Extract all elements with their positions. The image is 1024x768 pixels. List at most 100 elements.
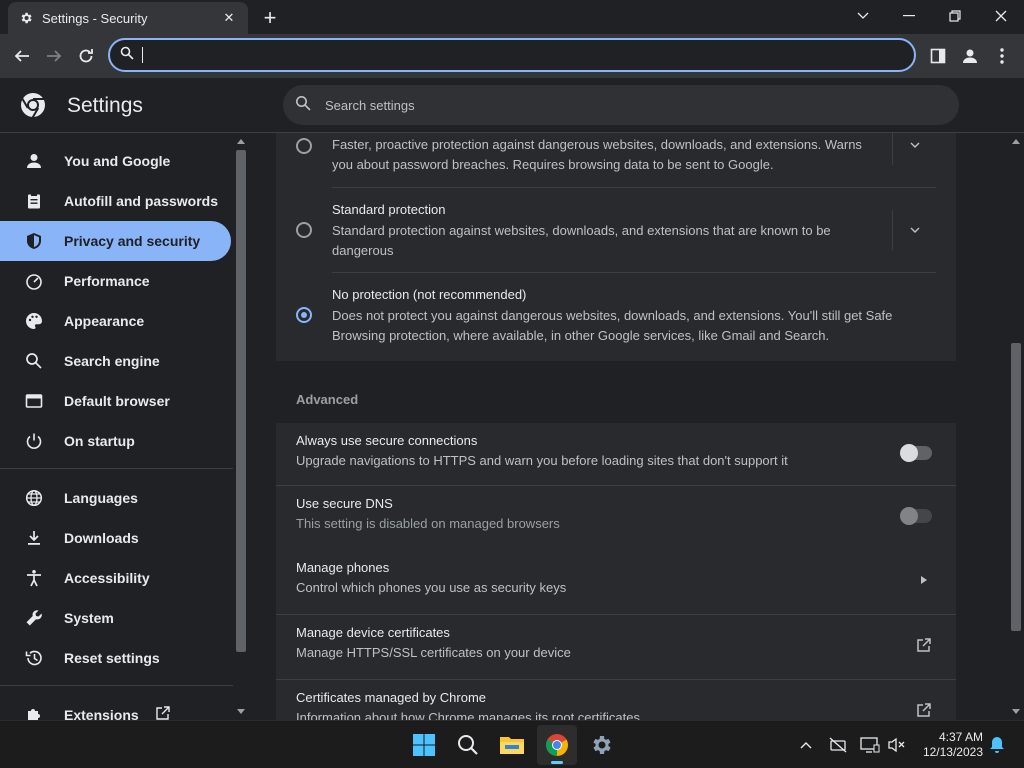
expand-button[interactable] <box>892 210 936 250</box>
sidebar-item-default-browser[interactable]: Default browser <box>0 381 231 421</box>
option-title: No protection (not recommended) <box>332 287 527 302</box>
minimize-icon[interactable] <box>886 0 932 32</box>
setting-row-secure-dns[interactable]: Use secure DNS This setting is disabled … <box>276 486 956 550</box>
setting-row-chrome-certificates[interactable]: Certificates managed by Chrome Informati… <box>276 680 956 720</box>
clock-date: 12/13/2023 <box>922 745 983 759</box>
radio-button[interactable] <box>296 222 312 238</box>
settings-main: Faster, proactive protection against dan… <box>249 133 1008 720</box>
sidebar-item-label: On startup <box>64 433 135 449</box>
system-clock[interactable]: 4:37 AM 12/13/2023 <box>917 730 983 760</box>
mute-icon[interactable] <box>884 733 908 757</box>
wrench-icon <box>24 608 44 628</box>
sidebar-item-you-and-google[interactable]: You and Google <box>0 141 231 181</box>
search-icon[interactable] <box>448 725 488 765</box>
row-title: Certificates managed by Chrome <box>296 690 487 705</box>
sidebar-item-label: Accessibility <box>64 570 150 586</box>
windows-taskbar: 4:37 AM 12/13/2023 <box>0 720 1024 768</box>
row-description: Control which phones you use as security… <box>296 580 567 595</box>
option-description: you about password breaches. Requires br… <box>332 157 774 172</box>
sidebar-item-label: Performance <box>64 273 150 289</box>
title-bar: Settings - Security ✕ + <box>0 0 1024 34</box>
address-bar[interactable] <box>108 38 916 72</box>
notification-bell-icon[interactable] <box>985 733 1009 757</box>
forward-icon[interactable] <box>40 42 68 70</box>
address-input[interactable] <box>151 47 914 63</box>
side-panel-icon[interactable] <box>924 42 952 70</box>
search-input[interactable] <box>325 97 959 113</box>
external-link-icon[interactable] <box>912 698 936 720</box>
settings-header: Settings <box>0 78 1024 133</box>
speedometer-icon <box>24 271 44 291</box>
profile-icon[interactable] <box>956 42 984 70</box>
radio-option-standard[interactable]: Standard protection Standard protection … <box>296 200 936 264</box>
sidebar-item-on-startup[interactable]: On startup <box>0 421 231 461</box>
close-tab-icon[interactable]: ✕ <box>220 9 238 27</box>
sidebar-item-reset-settings[interactable]: Reset settings <box>0 638 231 678</box>
close-icon[interactable] <box>978 0 1024 32</box>
settings-search[interactable] <box>283 85 959 125</box>
sidebar-item-label: Autofill and passwords <box>64 193 219 209</box>
row-description: Upgrade navigations to HTTPS and warn yo… <box>296 453 788 468</box>
sidebar-item-label: You and Google <box>64 153 171 169</box>
sidebar-item-label: Default browser <box>64 393 170 409</box>
network-off-icon[interactable] <box>826 733 850 757</box>
option-description: Faster, proactive protection against dan… <box>332 137 862 152</box>
sidebar-item-languages[interactable]: Languages <box>0 478 231 518</box>
sidebar-item-accessibility[interactable]: Accessibility <box>0 558 231 598</box>
sidebar-item-performance[interactable]: Performance <box>0 261 231 301</box>
sidebar-item-privacy[interactable]: Privacy and security <box>0 221 231 261</box>
shield-icon <box>24 231 44 251</box>
setting-row-secure-connections[interactable]: Always use secure connections Upgrade na… <box>276 423 956 486</box>
external-link-icon[interactable] <box>912 633 936 657</box>
new-tab-button[interactable]: + <box>258 5 282 30</box>
tab-settings-security[interactable]: Settings - Security ✕ <box>8 2 248 34</box>
sidebar-item-autofill[interactable]: Autofill and passwords <box>0 181 231 221</box>
sidebar-item-label: System <box>64 610 114 626</box>
row-description: Manage HTTPS/SSL certificates on your de… <box>296 645 571 660</box>
download-icon <box>24 528 44 548</box>
sidebar-item-search-engine[interactable]: Search engine <box>0 341 231 381</box>
person-icon <box>24 151 44 171</box>
safe-browsing-card: Faster, proactive protection against dan… <box>276 133 956 361</box>
puzzle-icon <box>24 705 44 720</box>
settings-icon[interactable] <box>581 725 621 765</box>
file-explorer-icon[interactable] <box>492 725 532 765</box>
sidebar-item-system[interactable]: System <box>0 598 231 638</box>
row-title: Manage phones <box>296 560 390 575</box>
secure-connections-toggle[interactable] <box>900 444 932 462</box>
chevron-right-icon[interactable] <box>912 568 936 592</box>
display-icon[interactable] <box>858 733 882 757</box>
chrome-logo-icon <box>20 92 46 119</box>
power-icon <box>24 431 44 451</box>
more-icon[interactable] <box>988 42 1016 70</box>
restore-icon[interactable] <box>932 0 978 32</box>
reload-icon[interactable] <box>72 42 100 70</box>
browser-toolbar <box>0 34 1024 78</box>
row-description: This setting is disabled on managed brow… <box>296 516 560 531</box>
back-icon[interactable] <box>8 42 36 70</box>
radio-button-selected[interactable] <box>296 307 312 323</box>
page-title: Settings <box>67 94 143 117</box>
main-scrollbar-thumb[interactable] <box>1011 343 1021 631</box>
settings-sidebar: You and Google Autofill and passwords Pr… <box>0 133 233 720</box>
sidebar-divider <box>0 685 233 686</box>
chrome-icon[interactable] <box>537 725 577 765</box>
radio-button[interactable] <box>296 138 312 154</box>
chevron-down-icon[interactable] <box>840 0 886 32</box>
setting-row-device-certificates[interactable]: Manage device certificates Manage HTTPS/… <box>276 615 956 680</box>
sidebar-item-appearance[interactable]: Appearance <box>0 301 231 341</box>
sidebar-scrollbar-thumb[interactable] <box>236 150 246 652</box>
expand-button[interactable] <box>892 133 936 165</box>
sidebar-item-downloads[interactable]: Downloads <box>0 518 231 558</box>
sidebar-item-extensions[interactable]: Extensions <box>0 695 231 720</box>
row-description: Information about how Chrome manages its… <box>296 710 640 720</box>
setting-row-manage-phones[interactable]: Manage phones Control which phones you u… <box>276 550 956 615</box>
sidebar-item-label: Extensions <box>64 707 139 720</box>
row-title: Always use secure connections <box>296 433 478 448</box>
chevron-up-icon[interactable] <box>794 733 818 757</box>
windows-start-icon[interactable] <box>404 725 444 765</box>
radio-option-no-protection[interactable]: No protection (not recommended) Does not… <box>296 285 936 349</box>
radio-option-enhanced[interactable]: Faster, proactive protection against dan… <box>296 133 936 187</box>
globe-icon <box>24 488 44 508</box>
clock-time: 4:37 AM <box>938 730 983 744</box>
